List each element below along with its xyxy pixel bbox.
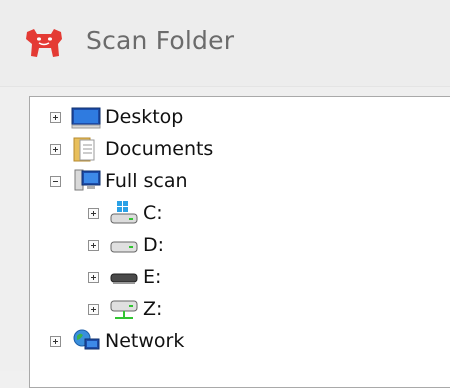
tree-item-drive-c[interactable]: C:	[88, 199, 163, 227]
documents-folder-icon	[73, 137, 95, 162]
tree-item-label: Documents	[105, 138, 214, 160]
windows-drive-icon	[110, 201, 138, 224]
tree-item-full-scan[interactable]: Full scan	[50, 167, 188, 195]
removable-drive-icon	[110, 273, 138, 284]
tree-item-documents[interactable]: Documents	[50, 135, 213, 163]
header: Scan Folder	[0, 0, 450, 87]
expand-icon[interactable]	[88, 271, 99, 283]
tree-item-label: D:	[143, 234, 165, 256]
expand-icon[interactable]	[50, 335, 61, 347]
folder-tree: Desktop Documents Full scan C: D: E: Z: …	[29, 96, 450, 388]
scan-folder-window: Scan Folder Desktop Documents Full scan …	[0, 0, 450, 388]
collapse-icon[interactable]	[50, 175, 61, 187]
page-title: Scan Folder	[86, 26, 235, 55]
drive-icon	[110, 241, 138, 253]
bulldog-logo-icon	[26, 29, 62, 57]
expand-icon[interactable]	[50, 143, 61, 155]
expand-icon[interactable]	[88, 303, 99, 315]
expand-icon[interactable]	[88, 207, 99, 219]
tree-item-drive-e[interactable]: E:	[88, 263, 161, 291]
tree-item-label: Network	[105, 330, 185, 352]
tree-item-desktop[interactable]: Desktop	[50, 103, 183, 131]
tree-item-drive-z[interactable]: Z:	[88, 295, 162, 323]
tree-item-network[interactable]: Network	[50, 327, 184, 355]
computer-icon	[74, 169, 101, 191]
tree-item-label: Z:	[143, 298, 163, 320]
tree-item-label: Desktop	[105, 106, 184, 128]
tree-item-drive-d[interactable]: D:	[88, 231, 164, 259]
expand-icon[interactable]	[88, 239, 99, 251]
tree-item-label: E:	[143, 266, 162, 288]
expand-icon[interactable]	[50, 111, 61, 123]
tree-item-label: Full scan	[105, 170, 188, 192]
network-drive-icon	[110, 300, 138, 319]
desktop-icon	[71, 107, 101, 129]
network-icon	[73, 329, 100, 350]
tree-item-label: C:	[143, 202, 163, 224]
